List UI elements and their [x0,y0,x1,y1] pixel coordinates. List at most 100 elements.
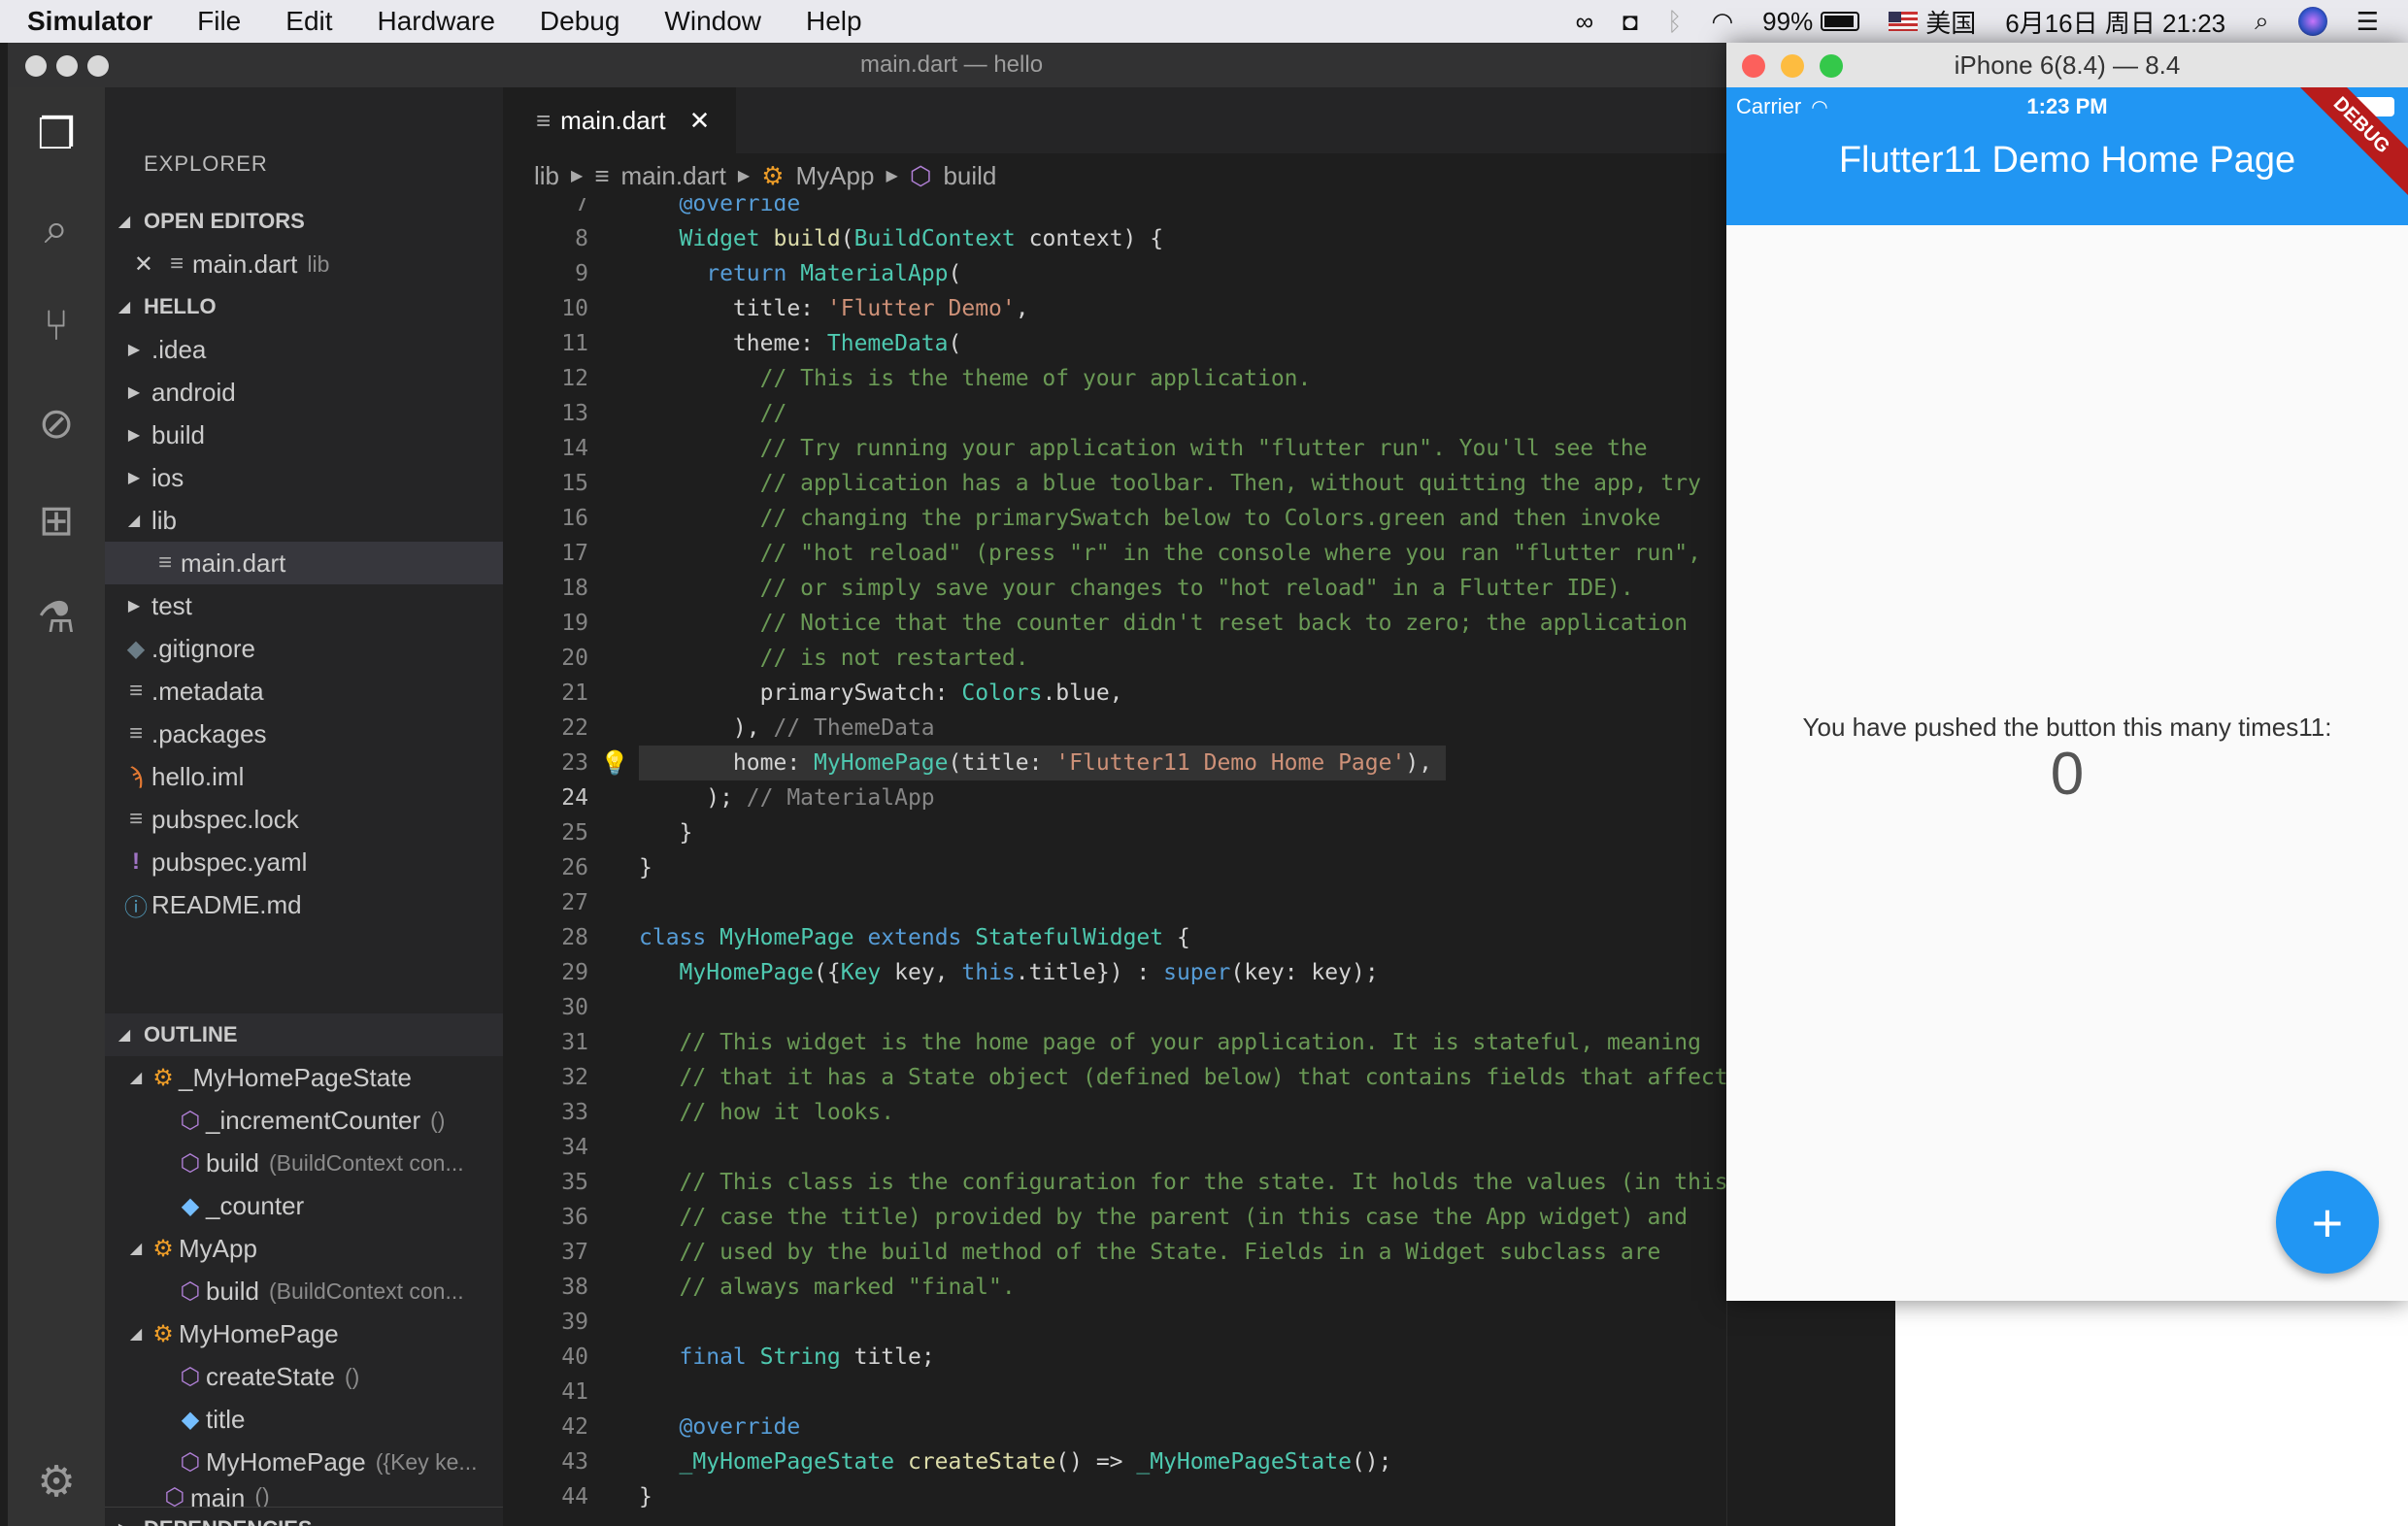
zoom-window-button[interactable] [1820,54,1843,78]
activity-bar: ❐ ⌕ ⑂ ⊘ ⊞ ⚗ ⚙ [8,87,105,1526]
menu-edit[interactable]: Edit [285,6,332,37]
outline-item[interactable]: ◢ ⚙ _MyHomePageState [105,1056,503,1099]
zoom-window-button[interactable] [87,55,109,77]
open-editor-item[interactable]: ✕ ≡ main.dart lib [105,243,503,285]
menu-help[interactable]: Help [806,6,862,37]
line-number: 40 [561,1344,588,1370]
outline-label: main [190,1483,246,1507]
line-number: 26 [561,855,588,880]
outline-item[interactable]: ⬡ build (BuildContext con... [105,1142,503,1184]
tree-item-label: .metadata [151,676,264,706]
tree-item-pubspec-lock[interactable]: ≡ pubspec.lock [105,798,503,841]
plus-icon: + [2311,1191,2344,1253]
outline-header[interactable]: ◢ OUTLINE [105,1013,503,1056]
background-window [1895,1301,2408,1526]
bluetooth-icon[interactable]: ᛒ [1667,7,1683,37]
tree-item-pubspec-yaml[interactable]: ! pubspec.yaml [105,841,503,883]
outline-item[interactable]: ◆ title [105,1398,503,1441]
menu-debug[interactable]: Debug [540,6,620,37]
us-flag-icon[interactable] [1889,12,1919,31]
outline-item[interactable]: ◢ ⚙ MyApp [105,1227,503,1270]
increment-fab-button[interactable]: + [2276,1171,2379,1274]
source-control-icon[interactable]: ⑂ [29,299,84,353]
battery-icon[interactable] [1821,12,1860,31]
menu-app-simulator[interactable]: Simulator [27,6,152,37]
method-cube-icon: ⬡ [164,1484,185,1507]
open-editors-label: OPEN EDITORS [144,209,305,233]
outline-label: _counter [206,1190,305,1220]
settings-gear-icon[interactable]: ⚙ [29,1454,84,1509]
method-cube-icon: ⬡ [180,1277,201,1305]
extensions-icon[interactable]: ⊞ [29,493,84,547]
explorer-icon[interactable]: ❐ [29,107,84,161]
siri-icon[interactable] [2297,7,2327,36]
tree-item-main-dart[interactable]: ≡ main.dart [105,542,503,584]
menu-file[interactable]: File [197,6,241,37]
outline-item[interactable]: ⬡ main () [105,1483,503,1507]
creative-cloud-icon[interactable]: ∞ [1576,7,1594,37]
code-line-current: ); // MaterialApp [639,785,935,811]
close-icon[interactable]: ✕ [105,250,161,279]
wifi-icon[interactable]: ◠ [1711,7,1733,37]
close-window-button[interactable] [1742,54,1765,78]
outline-item[interactable]: ⬡ MyHomePage ({Key ke... [105,1441,503,1483]
breadcrumb-lib[interactable]: lib [534,161,559,191]
code-line: primarySwatch: Colors.blue, [639,680,1123,706]
code-line: // This class is the configuration for t… [679,1170,1726,1195]
line-number: 41 [561,1379,588,1405]
menu-window[interactable]: Window [664,6,761,37]
test-flask-icon[interactable]: ⚗ [29,590,84,645]
chevron-right-icon: ▶ [127,342,141,358]
debug-icon[interactable]: ⊘ [29,396,84,450]
code-line: } [639,820,693,846]
notification-center-icon[interactable]: ☰ [2357,7,2379,37]
outline-label: build [206,1276,259,1306]
search-icon[interactable]: ⌕ [29,202,84,256]
tree-item-packages[interactable]: ≡ .packages [105,713,503,755]
tree-item-label: pubspec.lock [151,804,299,834]
tree-item-metadata[interactable]: ≡ .metadata [105,670,503,713]
tree-item-build[interactable]: ▶ build [105,414,503,456]
simulator-title: iPhone 6(8.4) — 8.4 [1954,50,2181,80]
spotlight-search-icon[interactable]: ⌕ [2255,6,2269,37]
outline-item[interactable]: ◆ _counter [105,1184,503,1227]
outline-item[interactable]: ◢ ⚙ MyHomePage [105,1312,503,1355]
tree-item-test[interactable]: ▶ test [105,584,503,627]
outline-desc: () [430,1107,446,1133]
outline-desc: () [344,1363,360,1389]
tab-main-dart[interactable]: ≡ main.dart ✕ [503,87,736,153]
tree-item-idea[interactable]: ▶ .idea [105,328,503,371]
dependencies-header[interactable]: ▶DEPENDENCIES [105,1507,503,1526]
tree-item-readme[interactable]: ⓘ README.md [105,883,503,926]
breadcrumb-class[interactable]: MyApp [796,161,875,191]
open-editors-header[interactable]: ◢ OPEN EDITORS [105,200,503,243]
code-editor[interactable]: 7 8 9 10 11 12 13 14 15 16 17 18 19 20 2… [503,198,1726,1526]
clock[interactable]: 6月16日 周日 21:23 [2005,4,2225,40]
menu-hardware[interactable]: Hardware [378,6,495,37]
close-window-button[interactable] [25,55,47,77]
tree-item-gitignore[interactable]: ◆ .gitignore [105,627,503,670]
notification-icon[interactable]: ◘ [1622,7,1638,37]
outline-item[interactable]: ⬡ build (BuildContext con... [105,1270,503,1312]
line-number: 35 [561,1170,588,1195]
outline-item[interactable]: ⬡ createState () [105,1355,503,1398]
file-lines-icon: ≡ [536,105,552,135]
tree-item-android[interactable]: ▶ android [105,371,503,414]
outline-item[interactable]: ⬡ _incrementCounter () [105,1099,503,1142]
tree-item-lib[interactable]: ◢ lib [105,499,503,542]
breadcrumb-method[interactable]: build [943,161,996,191]
tree-item-hello-iml[interactable]: ϡ hello.iml [105,755,503,798]
menubar-status-area: ∞ ◘ ᛒ ◠ 99% 美国 6月16日 周日 21:23 ⌕ ☰ [1547,4,2408,40]
lightbulb-icon[interactable]: 💡 [600,746,629,780]
line-number: 14 [561,436,588,461]
tree-item-ios[interactable]: ▶ ios [105,456,503,499]
chevron-right-icon: ▶ [127,470,141,486]
breadcrumb-file[interactable]: main.dart [621,161,726,191]
close-icon[interactable]: ✕ [689,106,711,136]
code-line: title: 'Flutter Demo', [639,296,1029,321]
minimize-window-button[interactable] [1781,54,1804,78]
minimize-window-button[interactable] [56,55,78,77]
input-source[interactable]: 美国 [1925,4,1976,40]
hello-project-header[interactable]: ◢ HELLO [105,285,503,328]
line-number: 16 [561,506,588,531]
